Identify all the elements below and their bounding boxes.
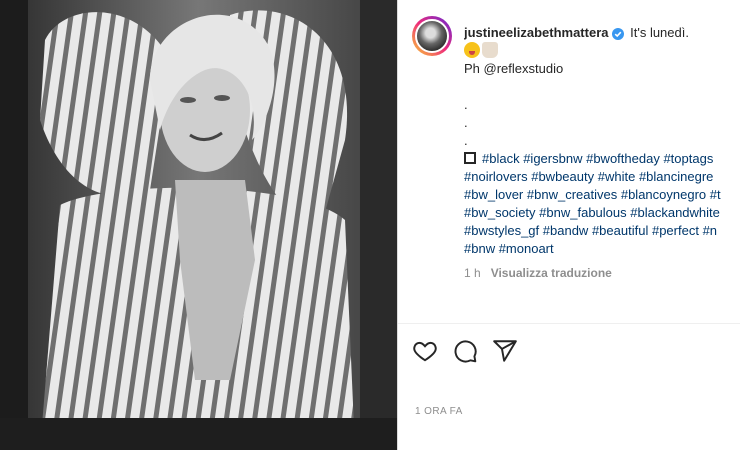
hashtag-link[interactable]: #bw_society xyxy=(464,205,536,220)
hashtag-link[interactable]: #white xyxy=(598,169,636,184)
hashtag-link[interactable]: #bnw xyxy=(464,241,495,256)
hashtag-link[interactable]: #toptags xyxy=(663,151,713,166)
heart-icon[interactable] xyxy=(412,338,438,364)
hashtag-link[interactable]: #noirlovers xyxy=(464,169,528,184)
hashtag-link[interactable]: #beautiful xyxy=(592,223,648,238)
dot-line: . xyxy=(464,97,468,112)
hashtag-link[interactable]: #bwoftheday xyxy=(586,151,660,166)
hashtag-link[interactable]: #black xyxy=(482,151,520,166)
hashtag-line: #noirlovers #bwbeauty #white #blancinegr… xyxy=(464,168,740,186)
dot-line: . xyxy=(464,133,468,148)
paper-plane-icon[interactable] xyxy=(492,338,518,364)
translate-button[interactable]: Visualizza traduzione xyxy=(491,266,612,280)
emoji-line xyxy=(464,42,740,60)
action-bar xyxy=(412,338,518,364)
post-date[interactable]: 1 ORA FA xyxy=(415,406,463,417)
hashtag-line: #bwstyles_gf #bandw #beautiful #perfect … xyxy=(464,222,740,240)
hashtag-link[interactable]: #perfect xyxy=(652,223,699,238)
hashtag-link[interactable]: #blackandwhite xyxy=(630,205,720,220)
zany-face-emoji-icon xyxy=(464,42,480,58)
dot-line: . xyxy=(464,115,468,130)
hashtag-line: #bnw #monoart xyxy=(464,240,740,258)
hashtag-link[interactable]: #bandw xyxy=(543,223,589,238)
hashtag-line: #bw_society #bnw_fabulous #blackandwhite xyxy=(464,204,740,222)
avatar-story-ring[interactable] xyxy=(412,16,452,56)
hashtag-link[interactable]: #n xyxy=(703,223,717,238)
avatar[interactable] xyxy=(415,19,449,53)
caption-opening: It's lunedì. xyxy=(630,25,689,40)
divider xyxy=(398,323,740,324)
coffee-cup-emoji-icon xyxy=(482,42,498,58)
hashtag-link[interactable]: #t xyxy=(710,187,721,202)
hashtag-link[interactable]: #bnw_fabulous xyxy=(539,205,626,220)
hashtag-link[interactable]: #blancinegre xyxy=(639,169,713,184)
hashtag-link[interactable]: #bwbeauty xyxy=(531,169,594,184)
hashtag-link[interactable]: #bwstyles_gf xyxy=(464,223,539,238)
post-sidebar: justineelizabethmattera It's lunedì. Ph … xyxy=(397,0,740,450)
comment-icon[interactable] xyxy=(452,338,478,364)
username-link[interactable]: justineelizabethmattera xyxy=(464,25,609,40)
hashtag-line: #black #igersbnw #bwoftheday #toptags xyxy=(464,150,740,168)
hashtag-link[interactable]: #igersbnw xyxy=(523,151,582,166)
caption-text: justineelizabethmattera It's lunedì. Ph … xyxy=(464,24,740,282)
verified-badge-icon xyxy=(611,28,624,41)
hashtag-link[interactable]: #monoart xyxy=(499,241,554,256)
hashtag-link[interactable]: #blancoynegro xyxy=(621,187,706,202)
hashtag-line: #bw_lover #bnw_creatives #blancoynegro #… xyxy=(464,186,740,204)
black-square-icon xyxy=(464,152,476,164)
caption-meta: 1 h Visualizza traduzione xyxy=(464,264,740,282)
hashtag-link[interactable]: #bw_lover xyxy=(464,187,523,202)
instagram-post: justineelizabethmattera It's lunedì. Ph … xyxy=(0,0,740,450)
bw-portrait-image xyxy=(0,0,397,450)
hashtag-link[interactable]: #bnw_creatives xyxy=(527,187,617,202)
caption-first-line: justineelizabethmattera It's lunedì. xyxy=(464,24,740,42)
time-ago-link[interactable]: 1 h xyxy=(464,266,481,280)
photo-credit: Ph @reflexstudio xyxy=(464,61,564,76)
post-photo[interactable] xyxy=(0,0,397,450)
